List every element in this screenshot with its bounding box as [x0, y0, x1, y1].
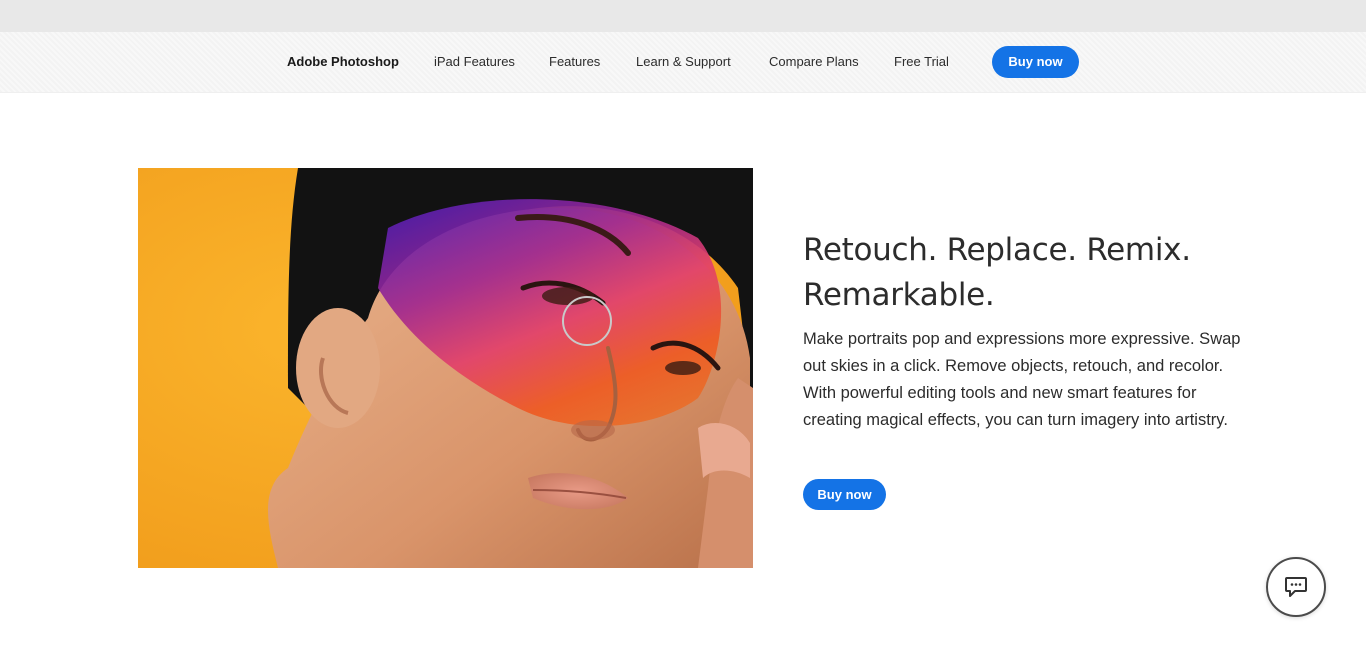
portrait-illustration [138, 168, 753, 568]
hero-description: Make portraits pop and expressions more … [803, 330, 1241, 429]
hero-title: Retouch. Replace. Remix. Remarkable. [803, 232, 1191, 313]
nav-item-features[interactable]: Features [549, 32, 600, 92]
nav-buy-now-button[interactable]: Buy now [992, 46, 1079, 78]
chat-bubble-icon [1285, 577, 1307, 597]
product-nav-bar: Adobe Photoshop iPad Features Features L… [0, 32, 1366, 93]
nav-item-compare-plans[interactable]: Compare Plans [769, 32, 859, 92]
chat-button[interactable] [1266, 557, 1326, 617]
nav-item-free-trial[interactable]: Free Trial [894, 32, 949, 92]
nav-brand-adobe-photoshop[interactable]: Adobe Photoshop [287, 32, 399, 92]
nav-item-ipad-features[interactable]: iPad Features [434, 32, 515, 92]
nav-item-learn-support[interactable]: Learn & Support [636, 32, 731, 92]
hero-buy-now-button[interactable]: Buy now [803, 479, 886, 510]
top-strip [0, 0, 1366, 32]
hero-portrait-image [138, 168, 753, 568]
